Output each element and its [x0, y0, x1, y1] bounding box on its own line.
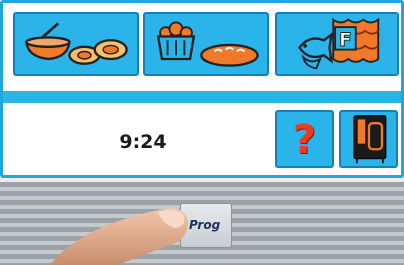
help-icon: ? [292, 117, 317, 163]
pressing-finger-image [0, 182, 404, 265]
bread-basket-icon [156, 21, 259, 67]
meals-dishes-icon [24, 22, 128, 65]
badge-letter: F [339, 30, 352, 51]
fish-food-icon: F [298, 17, 380, 70]
bakery-category-button[interactable] [143, 12, 269, 76]
clock-time: 9:24 [119, 131, 167, 153]
meals-category-button[interactable] [13, 12, 139, 76]
divider-bar [3, 91, 401, 103]
touch-screen: F 9:24 ? [0, 0, 404, 178]
oven-button[interactable] [339, 110, 398, 168]
oven-icon [353, 115, 387, 164]
help-button[interactable]: ? [275, 110, 334, 168]
fish-category-button[interactable]: F [275, 12, 399, 76]
